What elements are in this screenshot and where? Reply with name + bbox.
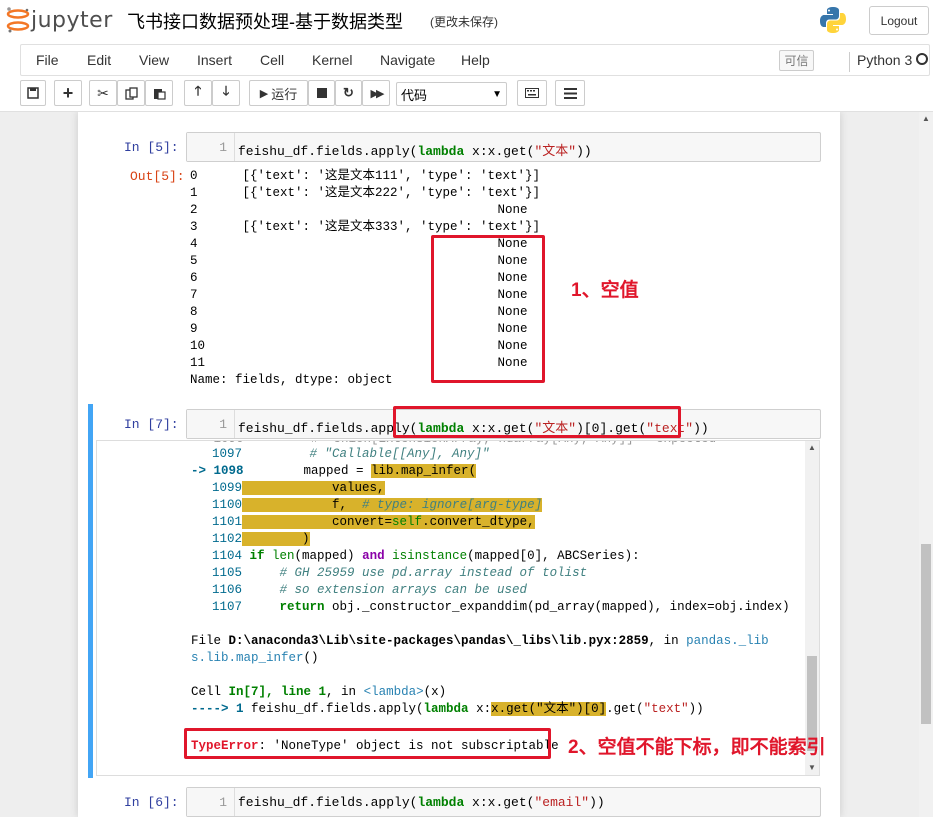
menu-help[interactable]: Help [461,52,490,68]
output-line: Name: fields, dtype: object [190,373,393,387]
output-line: 1 [{'text': '这是文本222', 'type': 'text'}] [190,186,541,200]
selected-cell-indicator [88,404,93,778]
cell-6-code: feishu_df.fields.apply(lambda x:x.get("e… [238,795,605,810]
notebook-area[interactable]: In [5]: 1 feishu_df.fields.apply(lambda … [0,112,919,817]
move-down-button[interactable]: 🡓 [212,80,240,106]
traceback-line: 1106 # so extension arrays can be used [212,583,528,597]
copy-icon [124,86,138,100]
annotation-box-null-values [431,235,545,383]
restart-button[interactable]: ↻ [335,80,362,106]
jupyter-logo-text: jupyter [31,7,113,33]
header: jupyter 飞书接口数据预处理-基于数据类型 (更改未保存) Logout … [0,0,933,112]
traceback-file-line-cont: s.lib.map_infer() [191,651,319,665]
notebook-title[interactable]: 飞书接口数据预处理-基于数据类型 [127,8,403,34]
toolbar: + ✂ 🡑 🡓 ▶ 运行 ↻ ▶▶ 代码 ▼ [20,80,930,108]
menu-edit[interactable]: Edit [87,52,111,68]
arrow-up-icon: 🡑 [194,83,202,98]
annotation-box-index-expression [393,406,681,438]
menu-kernel[interactable]: Kernel [312,52,352,68]
logout-button[interactable]: Logout [869,6,929,35]
scissors-icon: ✂ [97,84,109,101]
paste-button[interactable] [145,80,173,106]
scroll-up-icon[interactable]: ▲ [808,443,816,452]
move-up-button[interactable]: 🡑 [184,80,212,106]
line-number: 1 [219,795,227,810]
save-icon [27,87,39,99]
traceback-line: 1104 if len(mapped) and isinstance(mappe… [212,549,640,563]
traceback-line: 1099 values, [212,481,385,495]
trusted-indicator[interactable]: 可信 [779,50,814,71]
menu-file[interactable]: File [36,52,59,68]
plus-icon: + [62,82,74,103]
run-button[interactable]: ▶ 运行 [249,80,308,106]
run-all-button[interactable]: ▶▶ [362,80,390,106]
traceback-scrollbar[interactable]: ▲ ▼ [805,441,819,775]
traceback-line: 1102 ) [212,532,310,546]
chevron-down-icon: ▼ [492,88,502,100]
list-icon [563,87,577,99]
annotation-box-error [184,728,551,759]
line-number: 1 [219,417,227,432]
play-icon: ▶ [259,87,269,100]
traceback-line: 1107 return obj._constructor_expanddim(p… [212,600,790,614]
kernel-name: Python 3 [849,52,912,72]
scroll-down-icon[interactable]: ▼ [808,763,816,772]
menu-view[interactable]: View [139,52,169,68]
save-status: (更改未保存) [430,15,498,29]
cell-type-select[interactable]: 代码 ▼ [396,82,507,106]
paste-icon [153,88,166,100]
traceback-line: 1105 # GH 25959 use pd.array instead of … [212,566,588,580]
command-palette-button[interactable] [517,80,547,106]
cell-type-value: 代码 [401,87,428,103]
traceback-line: 1101 convert=self.convert_dtype, [212,515,535,529]
cell-5-input[interactable]: 1 feishu_df.fields.apply(lambda x:x.get(… [186,132,821,162]
annotation-null-values: 1、空值 [571,280,639,301]
traceback-file-line: File D:\anaconda3\Lib\site-packages\pand… [191,634,769,648]
cut-button[interactable]: ✂ [89,80,117,106]
traceback-arrow-line: ----> 1 feishu_df.fields.apply(lambda x:… [191,702,704,716]
output-line: 3 [{'text': '这是文本333', 'type': 'text'}] [190,220,541,234]
run-label: 运行 [271,86,298,102]
refresh-icon: ↻ [343,85,354,100]
traceback-line: 1100 f, # type: ignore[arg-type] [212,498,543,512]
traceback-output[interactable]: 1096 # "Union[ExtensionArray, ndarray[An… [96,440,820,776]
keyboard-icon [525,88,539,98]
menubar: File Edit View Insert Cell Kernel Naviga… [20,44,930,76]
scroll-up-icon[interactable]: ▲ [922,114,930,123]
arrow-down-icon: 🡓 [222,83,230,98]
output-line: 2 None [190,203,528,217]
jupyter-icon [6,7,30,33]
menu-cell[interactable]: Cell [260,52,284,68]
stop-icon [316,88,327,98]
python-logo-icon [820,7,846,33]
line-number: 1 [219,140,227,155]
traceback-current-line: -> 1098 mapped = lib.map_infer( [191,464,477,478]
page-scrollbar[interactable]: ▲ [919,112,933,817]
traceback-cell-line: Cell In[7], line 1, in <lambda>(x) [191,685,447,699]
cell-5-in-prompt: In [5]: [124,140,179,155]
list-button[interactable] [555,80,585,106]
fast-forward-icon: ▶▶ [370,87,385,100]
save-button[interactable] [20,80,46,106]
kernel-status-icon [916,53,928,65]
page-scrollbar-thumb[interactable] [921,544,931,724]
annotation-error-explanation: 2、空值不能下标，即不能索引 [568,737,826,758]
insert-cell-button[interactable]: + [54,80,82,106]
output-line: 0 [{'text': '这是文本111', 'type': 'text'}] [190,169,541,183]
copy-button[interactable] [117,80,145,106]
cell-5-code: feishu_df.fields.apply(lambda x:x.get("文… [238,144,592,159]
cell-5-out-prompt: Out[5]: [130,169,185,184]
traceback-line: 1097 # "Callable[[Any], Any]" [212,447,490,461]
cell-6-input[interactable]: 1 feishu_df.fields.apply(lambda x:x.get(… [186,787,821,817]
menu-navigate[interactable]: Navigate [380,52,435,68]
interrupt-button[interactable] [308,80,335,106]
cell-7-in-prompt: In [7]: [124,417,179,432]
cell-6-in-prompt: In [6]: [124,795,179,810]
jupyter-logo[interactable]: jupyter [5,6,113,34]
menu-insert[interactable]: Insert [197,52,232,68]
